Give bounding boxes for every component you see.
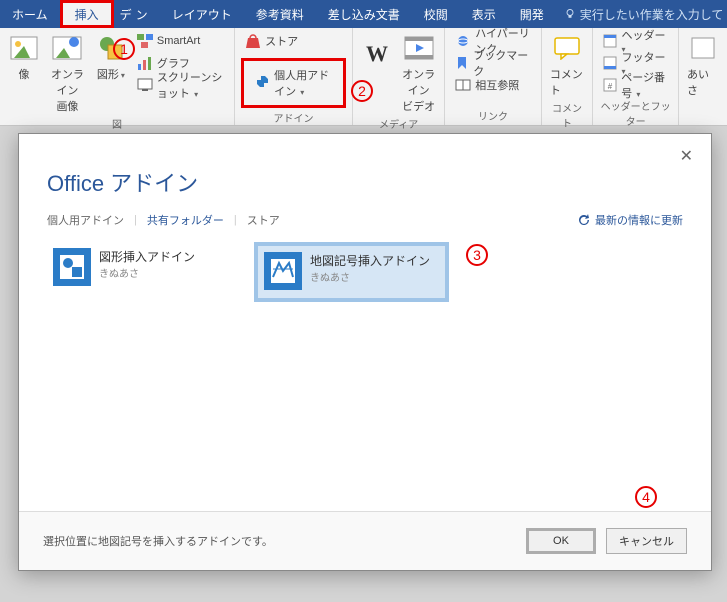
online-pictures-button[interactable]: オンライン 画像 bbox=[46, 30, 89, 114]
comment-icon bbox=[551, 32, 583, 64]
cancel-button[interactable]: キャンセル bbox=[606, 528, 687, 554]
ok-button[interactable]: OK bbox=[526, 528, 596, 554]
tab-insert[interactable]: 挿入 bbox=[60, 0, 114, 28]
addin-publisher: きぬあさ bbox=[310, 269, 430, 284]
greeting-button[interactable]: あいさ bbox=[685, 30, 721, 98]
pictures-button[interactable]: 像 bbox=[6, 30, 42, 114]
group-links: ハイパーリンク ブックマーク 相互参照 リンク bbox=[445, 28, 542, 125]
tab-mailings[interactable]: 差し込み文書 bbox=[316, 0, 412, 28]
tell-me-text: 実行したい作業を入力して bbox=[580, 6, 724, 23]
online-picture-icon bbox=[51, 32, 83, 64]
ribbon-tabs: ホーム 挿入 デ ン レイアウト 参考資料 差し込み文書 校閲 表示 開発 実行… bbox=[0, 0, 727, 28]
comment-label: コメント bbox=[550, 66, 584, 98]
media-group-label: メディア bbox=[359, 114, 438, 133]
store-icon bbox=[245, 33, 261, 49]
comment-button[interactable]: コメント bbox=[548, 30, 586, 98]
lightbulb-icon bbox=[564, 8, 576, 20]
greeting-label: あいさ bbox=[687, 66, 719, 98]
screenshot-button[interactable]: スクリーンショット ▾ bbox=[133, 74, 228, 96]
header-icon bbox=[603, 33, 617, 49]
group-addins: ストア 個人用アドイン ▾ アドイン bbox=[235, 28, 353, 125]
addin-tile-icon bbox=[264, 252, 302, 290]
refresh-button[interactable]: 最新の情報に更新 bbox=[577, 212, 683, 228]
shapes-icon bbox=[95, 32, 127, 64]
tab-view[interactable]: 表示 bbox=[460, 0, 508, 28]
text-icon bbox=[687, 32, 719, 64]
picture-icon bbox=[8, 32, 40, 64]
online-pictures-label: オンライン 画像 bbox=[48, 66, 87, 114]
screenshot-label: スクリーンショット ▾ bbox=[157, 69, 224, 101]
addin-publisher: きぬあさ bbox=[99, 265, 195, 280]
addin-title: 図形挿入アドイン bbox=[99, 248, 195, 265]
dialog-footer: 選択位置に地図記号を挿入するアドインです。 OK キャンセル bbox=[19, 511, 711, 570]
dialog-tab-my[interactable]: 個人用アドイン bbox=[47, 212, 124, 228]
wikipedia-icon: W bbox=[361, 38, 393, 70]
footer-icon bbox=[603, 55, 617, 71]
group-text-partial: あいさ bbox=[679, 28, 727, 125]
addin-title: 地図記号挿入アドイン bbox=[310, 252, 430, 269]
tab-design-partial[interactable]: デ bbox=[114, 0, 134, 28]
ribbon-body: 像 オンライン 画像 図形▾ SmartArt グラフ bbox=[0, 28, 727, 126]
page-number-icon: # bbox=[603, 77, 617, 93]
tab-separator: | bbox=[134, 214, 137, 226]
addin-icon bbox=[254, 75, 270, 91]
header-footer-group-label: ヘッダーとフッター bbox=[599, 96, 672, 130]
tab-review[interactable]: 校閲 bbox=[412, 0, 460, 28]
crossref-icon bbox=[455, 77, 471, 93]
shapes-label: 図形▾ bbox=[97, 66, 125, 82]
addins-group-label: アドイン bbox=[241, 108, 346, 127]
tell-me[interactable]: 実行したい作業を入力して bbox=[556, 6, 724, 23]
online-video-label: オンライン ビデオ bbox=[401, 66, 436, 114]
comment-group-label: コメント bbox=[548, 98, 586, 132]
group-illustrations: 像 オンライン 画像 図形▾ SmartArt グラフ bbox=[0, 28, 235, 125]
dialog-tab-shared[interactable]: 共有フォルダー bbox=[147, 212, 224, 228]
link-icon bbox=[455, 33, 471, 49]
tab-design-partial2[interactable]: ン bbox=[134, 0, 160, 28]
addin-tile-icon bbox=[53, 248, 91, 286]
group-header-footer: ヘッダー ▾ フッター ▾ # ページ番号 ▾ ヘッダーとフッター bbox=[593, 28, 679, 125]
store-button[interactable]: ストア bbox=[241, 30, 346, 52]
bookmark-icon bbox=[455, 55, 469, 71]
smartart-icon bbox=[137, 33, 153, 49]
smartart-label: SmartArt bbox=[157, 35, 200, 47]
tab-home[interactable]: ホーム bbox=[0, 0, 60, 28]
crossref-button[interactable]: 相互参照 bbox=[451, 74, 535, 96]
close-button[interactable]: ✕ bbox=[672, 142, 701, 170]
online-video-button[interactable]: オンライン ビデオ bbox=[399, 30, 438, 114]
screenshot-icon bbox=[137, 77, 153, 93]
refresh-label: 最新の情報に更新 bbox=[595, 212, 683, 228]
my-addins-label: 個人用アドイン ▾ bbox=[274, 67, 333, 99]
wikipedia-button[interactable]: W bbox=[359, 30, 395, 114]
refresh-icon bbox=[577, 213, 591, 227]
tab-layout[interactable]: レイアウト bbox=[160, 0, 244, 28]
dialog-tabs: 個人用アドイン | 共有フォルダー | ストア 最新の情報に更新 bbox=[47, 212, 683, 228]
crossref-label: 相互参照 bbox=[475, 77, 519, 93]
addins-dialog: ✕ Office アドイン 個人用アドイン | 共有フォルダー | ストア 最新… bbox=[18, 133, 712, 571]
addin-card-shape[interactable]: 図形挿入アドイン きぬあさ bbox=[47, 242, 242, 302]
dialog-tab-store[interactable]: ストア bbox=[247, 212, 280, 228]
dialog-title: Office アドイン bbox=[47, 166, 683, 198]
tab-references[interactable]: 参考資料 bbox=[244, 0, 316, 28]
store-label: ストア bbox=[265, 33, 298, 49]
my-addins-button[interactable]: 個人用アドイン ▾ bbox=[241, 58, 346, 108]
illustrations-group-label: 図 bbox=[6, 114, 228, 133]
group-comment: コメント コメント bbox=[542, 28, 593, 125]
pictures-label: 像 bbox=[19, 66, 30, 82]
tab-separator: | bbox=[234, 214, 237, 226]
smartart-button[interactable]: SmartArt bbox=[133, 30, 228, 52]
page-number-button[interactable]: # ページ番号 ▾ bbox=[599, 74, 672, 96]
chart-icon bbox=[137, 55, 153, 71]
group-media: W オンライン ビデオ メディア bbox=[353, 28, 445, 125]
link-group-label: リンク bbox=[451, 106, 535, 125]
video-icon bbox=[403, 32, 435, 64]
shapes-button[interactable]: 図形▾ bbox=[93, 30, 129, 114]
tab-developer[interactable]: 開発 bbox=[508, 0, 556, 28]
svg-text:#: # bbox=[608, 82, 613, 91]
footer-description: 選択位置に地図記号を挿入するアドインです。 bbox=[43, 533, 273, 549]
bookmark-button[interactable]: ブックマーク bbox=[451, 52, 535, 74]
addin-card-map[interactable]: 地図記号挿入アドイン きぬあさ bbox=[254, 242, 449, 302]
